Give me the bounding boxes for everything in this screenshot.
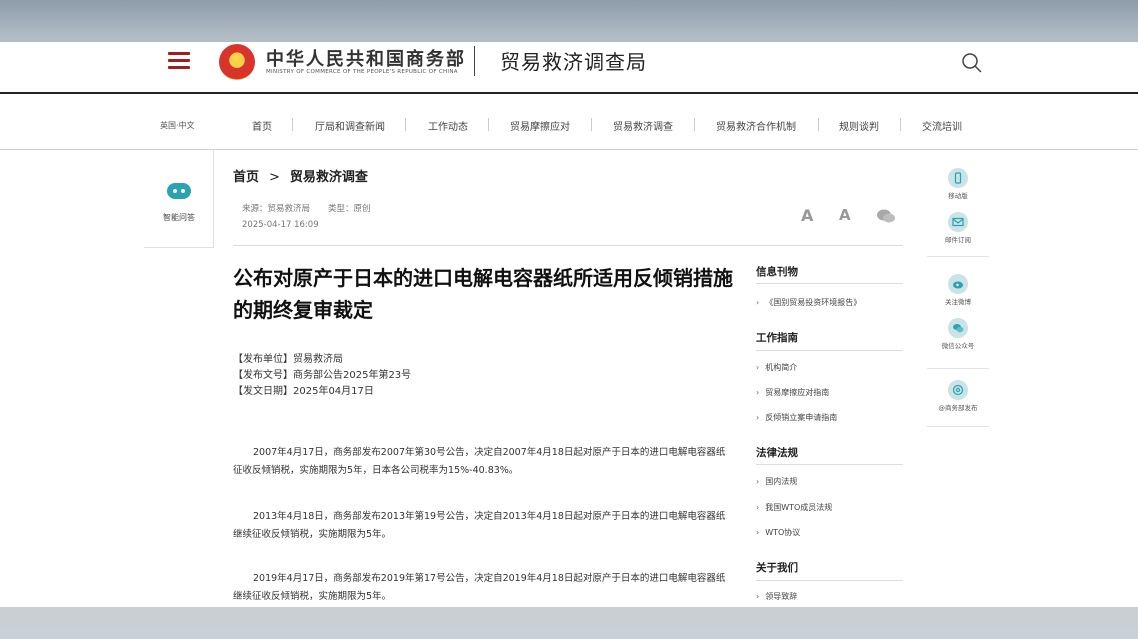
robot-assistant-label[interactable]: 智能问答: [144, 212, 214, 223]
breadcrumb-current[interactable]: 贸易救济调查: [290, 170, 368, 185]
sidebar-link[interactable]: 国内法规: [756, 476, 797, 487]
right-rail-divider: [927, 368, 989, 369]
breadcrumb-home[interactable]: 首页: [233, 170, 259, 185]
sidebar-divider: [756, 350, 903, 351]
sidebar-divider: [756, 580, 903, 581]
article-meta: 来源：贸易救济局 类型：原创: [242, 202, 371, 214]
breadcrumb: 首页 > 贸易救济调查: [233, 166, 368, 185]
right-rail-at-mofcom[interactable]: @商务部发布: [927, 380, 989, 412]
sidebar-link[interactable]: WTO协议: [756, 527, 800, 538]
sidebar-link[interactable]: 反倾销立案申请指南: [756, 412, 837, 423]
right-rail-label: 邮件订阅: [945, 236, 971, 244]
mail-icon: [948, 212, 968, 232]
article-paragraph: 2007年4月17日，商务部发布2007年第30号公告，决定自2007年4月18…: [233, 447, 726, 476]
nav-separator: [488, 118, 489, 131]
ministry-name-cn: 中华人民共和国商务部: [266, 49, 466, 70]
nav-item-trade-friction[interactable]: 贸易摩擦应对: [510, 118, 570, 133]
publication-info: 【发布单位】贸易救济局 【发布文号】商务部公告2025年第23号 【发文日期】2…: [233, 352, 411, 400]
article-paragraph: 2019年4月17日，商务部发布2019年第17号公告，决定自2019年4月18…: [233, 573, 726, 602]
header-divider: [474, 46, 475, 76]
nav-item-home[interactable]: 首页: [252, 118, 272, 133]
right-rail-email[interactable]: 邮件订阅: [927, 212, 989, 244]
article-paragraph: 2013年4月18日，商务部发布2013年第19号公告，决定自2013年4月18…: [233, 511, 726, 540]
font-size-small-button[interactable]: A: [839, 206, 851, 224]
main-nav: 英国·中文 首页 厅局和调查新闻 工作动态 贸易摩擦应对 贸易救济调查 贸易救济…: [0, 96, 1138, 150]
ministry-name-en: MINISTRY OF COMMERCE OF THE PEOPLE'S REP…: [266, 69, 458, 75]
nav-item-cooperation[interactable]: 贸易救济合作机制: [716, 118, 796, 133]
nav-separator: [818, 118, 819, 131]
article-datetime: 2025-04-17 16:09: [242, 220, 319, 230]
nav-separator: [405, 118, 406, 131]
nav-separator: [591, 118, 592, 131]
right-rail-weibo[interactable]: 关注微博: [927, 274, 989, 306]
left-rail: 智能问答: [144, 150, 214, 248]
nav-item-work-updates[interactable]: 工作动态: [428, 118, 468, 133]
sidebar-link[interactable]: 我国WTO成员法规: [756, 502, 832, 513]
nav-item-rules[interactable]: 规则谈判: [839, 118, 879, 133]
browser-viewport: 中华人民共和国商务部 MINISTRY OF COMMERCE OF THE P…: [0, 42, 1138, 607]
nav-separator: [292, 118, 293, 131]
robot-assistant-icon[interactable]: [165, 180, 193, 202]
site-header: 中华人民共和国商务部 MINISTRY OF COMMERCE OF THE P…: [0, 42, 1138, 94]
nav-item-trade-remedy[interactable]: 贸易救济调查: [613, 118, 673, 133]
sidebar-link[interactable]: 机构简介: [756, 362, 797, 373]
article-type: 类型：原创: [328, 204, 371, 214]
nav-separator: [694, 118, 695, 131]
article-title: 公布对原产于日本的进口电解电容器纸所适用反倾销措施的期终复审裁定: [233, 266, 733, 322]
sidebar-link[interactable]: 《国别贸易投资环境报告》: [756, 297, 861, 308]
mobile-phone-icon: [948, 168, 968, 188]
font-size-large-button[interactable]: A: [801, 206, 813, 225]
article-source: 来源：贸易救济局: [242, 204, 311, 214]
nav-item-training[interactable]: 交流培训: [922, 118, 962, 133]
sidebar-title-publications: 信息刊物: [756, 266, 798, 278]
right-rail-wechat[interactable]: 微信公众号: [927, 318, 989, 350]
sidebar-title-laws: 法律法规: [756, 447, 798, 459]
right-rail-label: 微信公众号: [941, 342, 975, 350]
nav-item-language[interactable]: 英国·中文: [160, 120, 195, 131]
content-divider: [233, 245, 903, 246]
nav-separator: [900, 118, 901, 131]
search-icon[interactable]: [961, 52, 983, 74]
right-rail-label: 移动版: [948, 192, 968, 200]
sidebar-link[interactable]: 领导致辞: [756, 591, 797, 602]
breadcrumb-separator: >: [269, 170, 280, 185]
pub-date: 【发文日期】2025年04月17日: [233, 386, 374, 397]
sidebar-link[interactable]: 贸易摩擦应对指南: [756, 387, 829, 398]
pub-unit: 【发布单位】贸易救济局: [233, 354, 343, 365]
nav-item-news[interactable]: 厅局和调查新闻: [315, 118, 385, 133]
hamburger-menu-icon[interactable]: [168, 52, 190, 70]
wechat-icon: [948, 318, 968, 338]
right-rail-divider: [927, 256, 989, 257]
at-sign-icon: [948, 380, 968, 400]
pub-number: 【发布文号】商务部公告2025年第23号: [233, 370, 412, 381]
weibo-icon: [948, 274, 968, 294]
right-rail-mobile[interactable]: 移动版: [927, 168, 989, 200]
wechat-share-icon[interactable]: [876, 208, 896, 224]
national-emblem-logo: [219, 44, 255, 80]
sidebar-divider: [756, 464, 903, 465]
right-rail-label: @商务部发布: [938, 404, 978, 412]
bureau-title[interactable]: 贸易救济调查局: [500, 46, 647, 75]
right-rail-divider: [927, 426, 989, 427]
right-rail-label: 关注微博: [945, 298, 971, 306]
sidebar-title-guides: 工作指南: [756, 332, 798, 344]
sidebar-title-about: 关于我们: [756, 562, 798, 574]
sidebar-divider: [756, 283, 903, 284]
